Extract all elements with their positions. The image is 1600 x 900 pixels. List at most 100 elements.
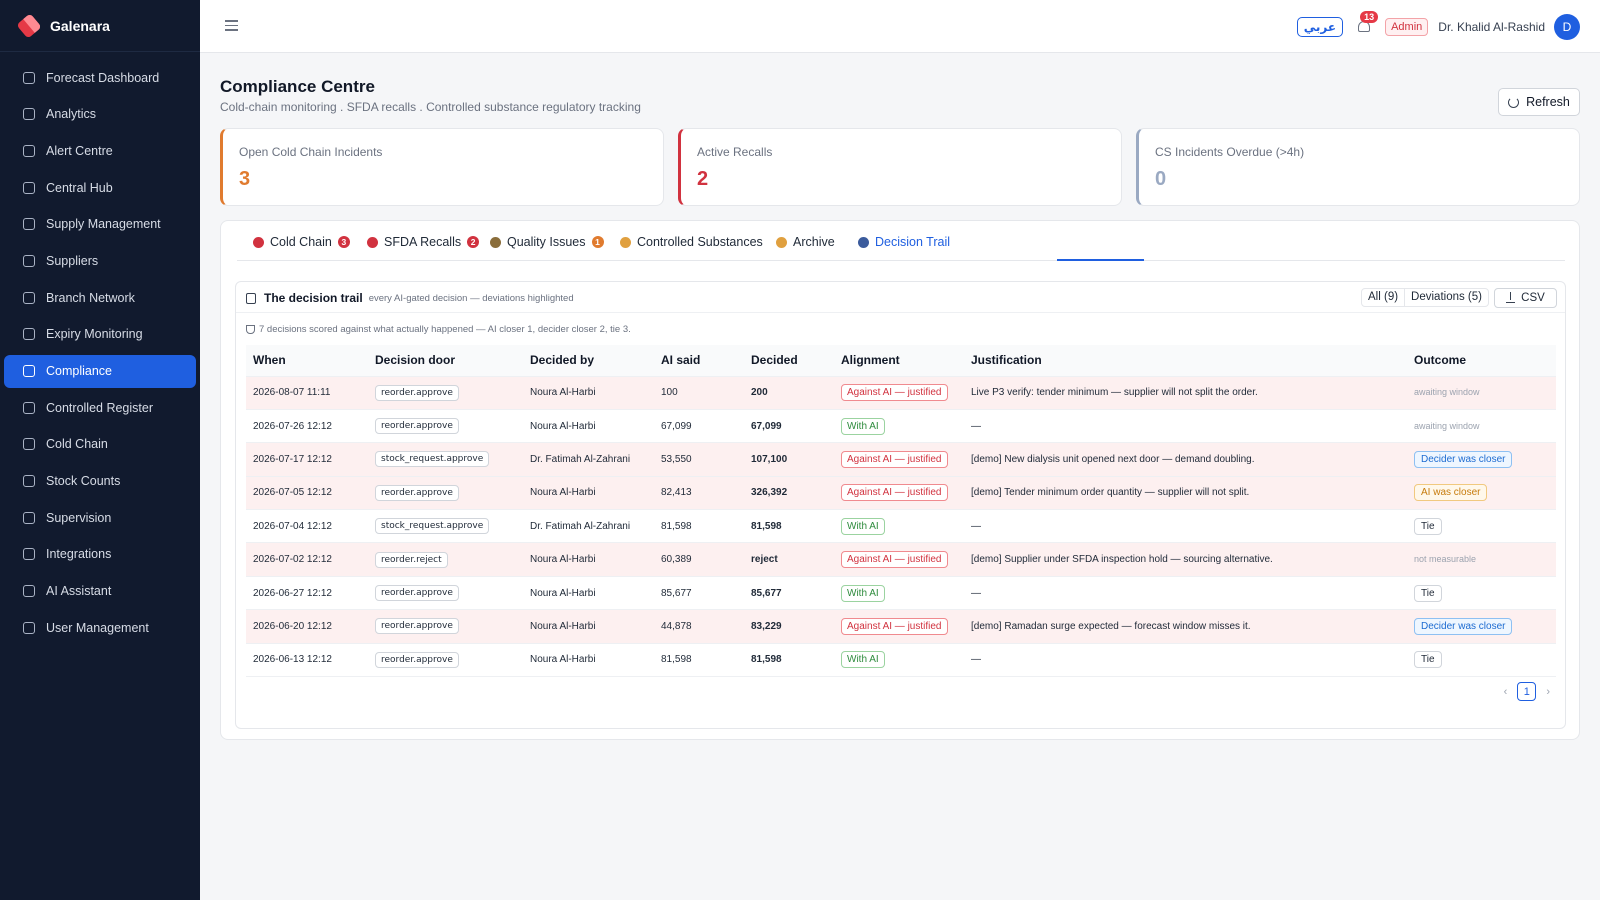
table-row[interactable]: 2026-07-17 12:12 stock_request.approve Dr.… (246, 442, 1556, 477)
sidebar-item-integrations[interactable]: Integrations (4, 538, 196, 571)
when-value: 2026-06-20 12:12 (253, 620, 332, 632)
cell-decided: 83,229 (744, 609, 834, 644)
refresh-button[interactable]: Refresh (1498, 88, 1580, 116)
table-row[interactable]: 2026-07-02 12:12 reorder.reject Noura Al-H… (246, 542, 1556, 577)
cell-door: reorder.approve (368, 409, 523, 444)
decided-value: reject (751, 554, 778, 566)
cell-ai-said: 81,598 (654, 509, 744, 544)
cell-decided-by: Noura Al-Harbi (523, 609, 654, 644)
sidebar-item-supply-management[interactable]: Supply Management (4, 208, 196, 241)
next-page-button[interactable]: › (1546, 686, 1550, 698)
language-toggle-button[interactable]: عربي (1296, 17, 1344, 37)
sidebar-item-label: User Management (46, 620, 149, 635)
cell-ai-said: 100 (654, 376, 744, 410)
justification-text: [demo] Tender minimum order quantity — s… (971, 487, 1250, 499)
decided-value: 83,229 (751, 620, 782, 632)
user-name[interactable]: Dr. Khalid Al-Rashid (1438, 20, 1545, 34)
table-row[interactable]: 2026-06-27 12:12 reorder.approve Noura Al-… (246, 576, 1556, 611)
cell-door: reorder.approve (368, 376, 523, 410)
sidebar-item-supervision[interactable]: Supervision (4, 501, 196, 534)
alignment-badge: With AI (841, 517, 885, 535)
shield-icon (23, 401, 35, 414)
notifications-button[interactable]: 13 (1357, 11, 1379, 34)
trophy-icon (246, 325, 255, 334)
sidebar-item-analytics[interactable]: Analytics (4, 98, 196, 131)
ai-said-value: 67,099 (661, 420, 692, 432)
tab-cold-chain[interactable]: Cold Chain 3 (253, 233, 350, 251)
sidebar-item-suppliers[interactable]: Suppliers (4, 244, 196, 277)
table-row[interactable]: 2026-07-04 12:12 stock_request.approve Dr.… (246, 509, 1556, 544)
tab-archive[interactable]: Archive (776, 233, 835, 251)
cell-ai-said: 85,677 (654, 576, 744, 611)
sidebar-item-cold-chain[interactable]: Cold Chain (4, 428, 196, 461)
decision-door-tag: reorder.approve (375, 651, 459, 668)
column-header-outcome: Outcome (1407, 345, 1556, 377)
decided-by-value: Noura Al-Harbi (530, 420, 596, 432)
sidebar-item-alert-centre[interactable]: Alert Centre (4, 134, 196, 167)
cell-ai-said: 82,413 (654, 476, 744, 511)
tab-decision-trail[interactable]: Decision Trail (858, 233, 950, 251)
cell-justification: — (964, 409, 1407, 444)
table-row[interactable]: 2026-06-13 12:12 reorder.approve Noura Al-… (246, 643, 1556, 678)
filter-all-button[interactable]: All (9) (1362, 289, 1404, 306)
sidebar-item-compliance[interactable]: Compliance (4, 354, 196, 388)
clock-icon (23, 328, 35, 341)
outcome-badge: Tie (1414, 517, 1442, 535)
chart-icon (23, 108, 35, 121)
table-row[interactable]: 2026-07-26 12:12 reorder.approve Noura Al-… (246, 409, 1556, 444)
justification-text: [demo] Ramadan surge expected — forecast… (971, 620, 1251, 632)
avatar[interactable]: D (1554, 14, 1580, 40)
sidebar-item-controlled-register[interactable]: Controlled Register (4, 391, 196, 424)
table-row[interactable]: 2026-07-05 12:12 reorder.approve Noura Al-… (246, 476, 1556, 511)
sidebar-item-label: Supply Management (46, 217, 161, 232)
outcome-badge: Decider was closer (1414, 450, 1513, 468)
when-value: 2026-07-05 12:12 (253, 487, 332, 499)
sidebar-item-stock-counts[interactable]: Stock Counts (4, 465, 196, 498)
cell-outcome: awaiting window (1407, 376, 1556, 410)
justification-text: — (971, 520, 981, 532)
cell-alignment: Against AI — justified (834, 542, 964, 577)
column-header-decided: Decided (744, 345, 834, 377)
pen-icon (490, 236, 501, 248)
outcome-badge: Tie (1414, 651, 1442, 669)
sidebar-item-branch-network[interactable]: Branch Network (4, 281, 196, 314)
cell-outcome: AI was closer (1407, 476, 1556, 511)
cell-ai-said: 81,598 (654, 643, 744, 678)
cell-ai-said: 53,550 (654, 442, 744, 477)
decided-value: 107,100 (751, 453, 788, 465)
cell-alignment: With AI (834, 576, 964, 611)
cell-alignment: With AI (834, 409, 964, 444)
sidebar-item-expiry-monitoring[interactable]: Expiry Monitoring (4, 318, 196, 351)
csv-export-button[interactable]: CSV (1494, 288, 1557, 308)
sidebar-item-user-management[interactable]: User Management (4, 611, 196, 644)
when-value: 2026-08-07 11:11 (253, 387, 331, 399)
page-number-button[interactable]: 1 (1517, 682, 1537, 701)
decided-value: 81,598 (751, 654, 782, 666)
outcome-badge: Tie (1414, 584, 1442, 602)
tab-count-badge: 2 (467, 236, 480, 248)
tab-label: SFDA Recalls (384, 235, 462, 249)
menu-toggle-icon[interactable] (225, 20, 238, 31)
outcome-badge: AI was closer (1414, 484, 1488, 502)
sidebar-item-ai-assistant[interactable]: AI Assistant (4, 575, 196, 608)
filter-deviations-button[interactable]: Deviations (5) (1404, 289, 1488, 306)
when-value: 2026-07-17 12:12 (253, 453, 332, 465)
pill-logo-icon (16, 12, 42, 39)
tab-sfda-recalls[interactable]: SFDA Recalls 2 (367, 233, 480, 251)
robot-icon (858, 236, 869, 248)
thermometer-icon (253, 236, 264, 248)
cell-justification: — (964, 576, 1407, 611)
download-icon (1506, 291, 1516, 303)
stat-card-cs-overdue: CS Incidents Overdue (>4h) 0 (1136, 128, 1580, 206)
tab-quality-issues[interactable]: Quality Issues 1 (490, 233, 604, 251)
column-header-ai-said: AI said (654, 345, 744, 377)
prev-page-button[interactable]: ‹ (1504, 686, 1508, 698)
tab-controlled-substances[interactable]: Controlled Substances (620, 233, 763, 251)
brand[interactable]: Galenara (0, 0, 200, 52)
cell-alignment: With AI (834, 509, 964, 544)
table-row[interactable]: 2026-06-20 12:12 reorder.approve Noura Al-… (246, 609, 1556, 644)
table-row[interactable]: 2026-08-07 11:11 reorder.approve Noura Al-… (246, 376, 1556, 410)
sidebar-item-forecast-dashboard[interactable]: Forecast Dashboard (4, 61, 196, 94)
building-icon (23, 181, 35, 194)
sidebar-item-central-hub[interactable]: Central Hub (4, 171, 196, 204)
